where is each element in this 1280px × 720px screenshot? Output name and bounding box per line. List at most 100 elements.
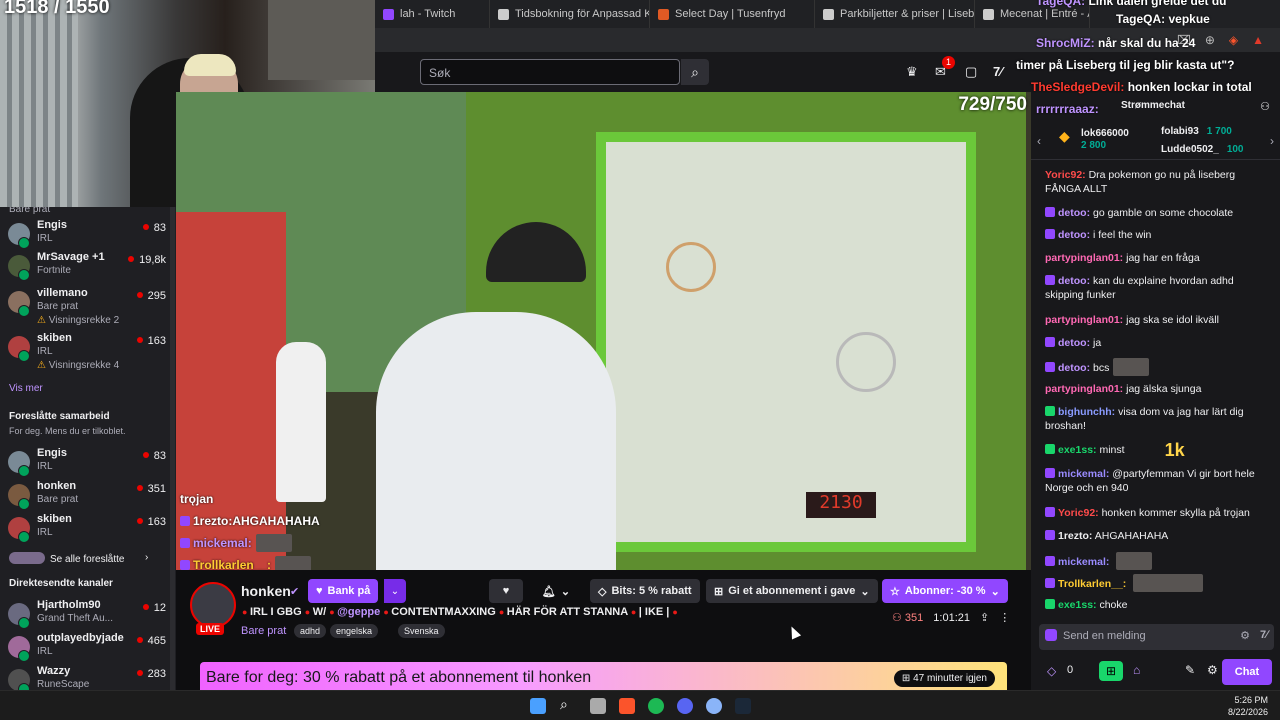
taskbar-search-icon[interactable]: ⌕ [560,696,576,712]
chat-username[interactable]: detoo: [1058,229,1090,241]
chat-send-button[interactable]: Chat [1222,659,1272,685]
chat-username[interactable]: detoo: [1058,207,1090,219]
chat-text: minst [1099,444,1125,456]
rewards-icon[interactable]: ▲ [1252,33,1264,47]
chat-username[interactable]: mickemal: [1058,556,1109,568]
title-part[interactable]: @geppe [337,606,380,618]
chat-username[interactable]: Yoric92: [1045,169,1086,181]
viewcount-overlay: 1518 / 1550 [4,0,110,18]
sidebar-channel-wazzy[interactable]: Wazzy RuneScape 283 [8,665,170,690]
crown-icon[interactable]: ♛ [906,64,918,80]
sidebar-channel-skiben[interactable]: skiben IRL 163 ⚠ Visningsrekke 4 [8,332,170,371]
zoom-icon[interactable]: ⊕ [1205,33,1215,47]
promo-banner[interactable]: Bare for deg: 30 % rabatt på et abonneme… [200,662,1007,690]
ai-icon[interactable]: 7∕ [993,64,1002,79]
bits-icon[interactable]: ◇ [1047,664,1056,678]
bank-button[interactable]: ♥ Bank på [308,579,379,603]
bits-button[interactable]: ◇ Bits: 5 % rabatt [590,579,700,603]
sidebar-channel-mrsavage1[interactable]: MrSavage +1 Fortnite 19,8k [8,251,170,281]
share-icon[interactable]: ⇪ [980,611,989,624]
notifications-button[interactable]: 🔔︎ ⌄ [534,579,578,603]
browser-tab[interactable]: lah - Twitch [375,0,490,28]
chat-username[interactable]: partypinglan01: [1045,383,1123,395]
chat-username[interactable]: partypinglan01: [1045,252,1123,264]
emote-settings-icon[interactable]: ⚙ [1240,629,1250,642]
ai-icon[interactable]: 7∕ [1260,629,1268,641]
app-icon[interactable] [706,698,722,714]
sidebar-channel-honken[interactable]: honken Bare prat 351 [8,480,170,510]
sidebar-channel-engis[interactable]: Engis IRL 83 [8,219,170,249]
chat-badge-icon [1045,337,1055,347]
translate-icon[interactable]: ⌧ [1177,33,1191,47]
channel-name: skiben [37,513,72,525]
see-more-link[interactable]: Vis mer [9,383,43,394]
chat-input[interactable]: Send en melding ⚙ 7∕ [1039,624,1274,650]
gift-sub-button[interactable]: ⊞ Gi et abonnement i gave ⌄ [706,579,878,603]
chat-username[interactable]: detoo: [1058,362,1090,374]
see-all-suggested[interactable]: Se alle foreslåtte › [9,552,148,565]
search-input[interactable]: Søk [420,59,680,85]
users-icon[interactable]: ⚇ [1260,100,1270,113]
brave-browser-icon[interactable] [619,698,635,714]
chevron-left-icon[interactable]: ‹ [1037,134,1041,148]
chat-username[interactable]: detoo: [1058,275,1090,287]
leaderboard-entry[interactable]: folabi93 1 700 [1161,126,1232,137]
steam-icon[interactable] [735,698,751,714]
leaderboard-entry[interactable]: Ludde0502_ 100 [1161,144,1244,155]
browser-tab[interactable]: Tidsbokning för Anpassad Kö | Lise... [490,0,650,28]
channel-name: Engis [37,219,67,231]
hype-icon[interactable]: ⌂ [1133,663,1140,677]
tag-pill[interactable]: engelska [330,624,379,638]
sidebar-channel-skiben[interactable]: skiben IRL 163 [8,513,170,543]
sidebar-channel-outplayedbyjade[interactable]: outplayedbyjade IRL 465 [8,632,170,662]
leaderboard-entry[interactable]: lok666000 2 800 [1081,128,1129,151]
spotify-icon[interactable] [648,698,664,714]
chat-username[interactable]: exe1ss: [1058,599,1097,611]
chat-username[interactable]: Yoric92: [1058,507,1099,519]
chat-username[interactable]: 1rezto: [1058,530,1092,542]
browser-tab[interactable]: Mecenat | Entré - Åkpass, Biljetter... [975,0,1090,28]
chat-username[interactable]: exe1ss: [1058,444,1097,456]
chat-message: exe1ss: choke [1045,598,1273,612]
tag-pill[interactable]: adhd [294,624,327,638]
chat-username[interactable]: Trollkarlen__: [1058,578,1126,590]
sidebar-channel-hjartholm90[interactable]: Hjartholm90 Grand Theft Au... 12 [8,599,170,629]
file-explorer-icon[interactable] [590,698,606,714]
stream-category[interactable]: Bare prat [241,625,286,637]
title-separator-icon: ● [304,607,313,617]
channel-game: IRL [37,461,53,472]
sidebar-channel-engis[interactable]: Engis IRL 83 [8,447,170,477]
tag-pill[interactable]: Svenska [398,624,445,638]
discord-icon[interactable] [677,698,693,714]
windows-start-icon[interactable] [530,698,546,714]
title-part: CONTENTMAXXING [391,606,496,618]
subscribe-button[interactable]: ☆ Abonner: -30 % ⌄ [882,579,1008,603]
search-button[interactable]: ⌕ [681,59,709,85]
brave-shield-icon[interactable]: ◈ [1229,33,1238,47]
chevron-right-icon[interactable]: › [1270,134,1274,148]
emote-image [255,534,292,552]
more-options-icon[interactable]: ⋮ [999,611,1010,624]
chat-username[interactable]: bighunchh: [1058,406,1115,418]
follow-button[interactable]: ♥ [489,579,523,603]
whispers-icon[interactable]: ▢ [965,64,977,80]
channel-avatar [8,636,30,662]
chat-username[interactable]: mickemal: [1058,468,1109,480]
browser-tab[interactable]: Parkbiljetter & priser | Liseberg [815,0,975,28]
channel-name[interactable]: honken [241,583,291,599]
bank-dropdown[interactable]: ⌄ [384,579,406,603]
sidebar-channel-villemano[interactable]: villemano Bare prat 295 ⚠ Visningsrekke 2 [8,287,170,326]
chat-username[interactable]: detoo: [1058,337,1090,349]
chat-text: honken kommer skylla på trǫjan [1101,507,1250,519]
pen-icon[interactable]: ✎ [1185,663,1195,677]
chat-username[interactable]: partypinglan01: [1045,314,1123,326]
chat-badge-icon [1045,556,1055,566]
gear-icon[interactable]: ⚙ [1207,663,1218,677]
taskbar-clock[interactable]: 5:26 PM 8/22/2026 [1228,694,1268,718]
sidebar-scrollbar[interactable] [170,207,175,690]
channel-points-button[interactable]: ⊞ [1099,661,1123,681]
browser-tab[interactable]: Select Day | Tusenfryd [650,0,815,28]
chevron-right-icon: › [145,552,149,563]
chat-identity-icon[interactable] [1045,629,1057,641]
channel-avatar[interactable] [190,582,236,628]
